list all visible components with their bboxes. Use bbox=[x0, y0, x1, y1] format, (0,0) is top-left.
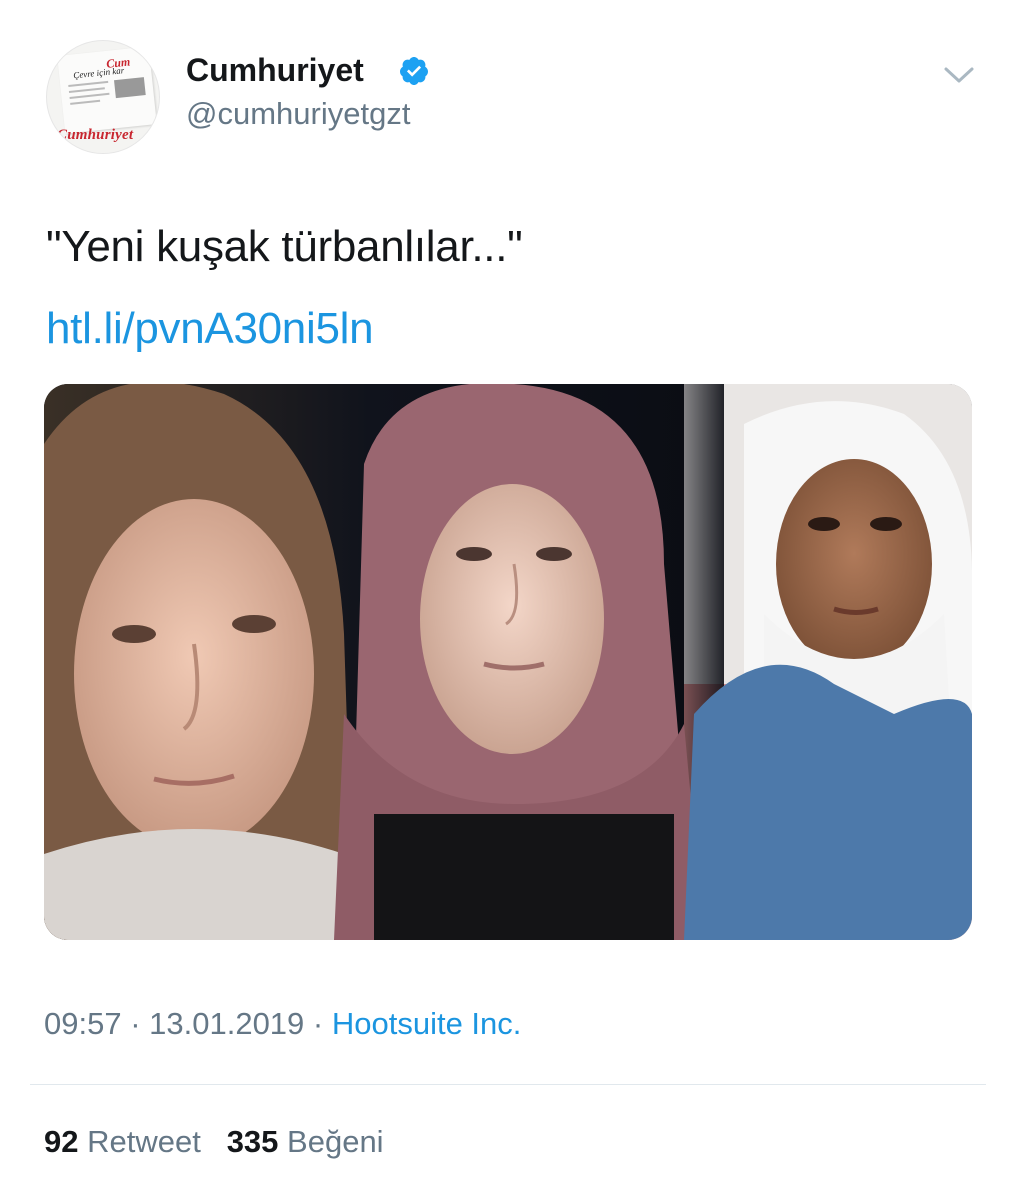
retweets-stat[interactable]: 92 Retweet bbox=[44, 1124, 201, 1159]
newspaper-logo-image: Cum Çevre için kar bbox=[57, 46, 157, 134]
like-count: 335 bbox=[226, 1124, 279, 1159]
retweet-label: Retweet bbox=[87, 1124, 201, 1159]
retweet-count: 92 bbox=[44, 1124, 79, 1159]
divider bbox=[30, 1084, 986, 1085]
tweet-time: 09:57 bbox=[44, 1006, 122, 1041]
logo-wordmark: Cumhuriyet bbox=[57, 127, 134, 143]
photo-collage-image bbox=[44, 384, 972, 940]
like-label: Beğeni bbox=[287, 1124, 384, 1159]
display-name[interactable]: Cumhuriyet bbox=[186, 52, 364, 89]
chevron-down-icon[interactable] bbox=[942, 62, 976, 88]
tweet-card: Cum Çevre için kar Cumhuriyet Cumhuriyet… bbox=[0, 0, 1015, 1200]
logo-headline: Çevre için kar bbox=[72, 65, 125, 81]
likes-stat[interactable]: 335 Beğeni bbox=[227, 1124, 384, 1159]
tweet-photo[interactable] bbox=[44, 384, 972, 940]
verified-badge-icon bbox=[400, 57, 428, 85]
handle[interactable]: @cumhuriyetgzt bbox=[186, 96, 410, 132]
tweet-source-link[interactable]: Hootsuite Inc. bbox=[332, 1006, 522, 1041]
tweet-date: 13.01.2019 bbox=[149, 1006, 305, 1041]
tweet-stats: 92 Retweet 335 Beğeni bbox=[44, 1124, 384, 1160]
tweet-meta: 09:57 · 13.01.2019 · Hootsuite Inc. bbox=[44, 1006, 521, 1042]
meta-separator: · bbox=[121, 1006, 150, 1041]
tweet-text: "Yeni kuşak türbanlılar..." bbox=[46, 222, 523, 271]
avatar[interactable]: Cum Çevre için kar Cumhuriyet bbox=[46, 40, 160, 154]
tweet-link[interactable]: htl.li/pvnA30ni5ln bbox=[46, 304, 374, 354]
meta-separator: · bbox=[304, 1006, 332, 1041]
